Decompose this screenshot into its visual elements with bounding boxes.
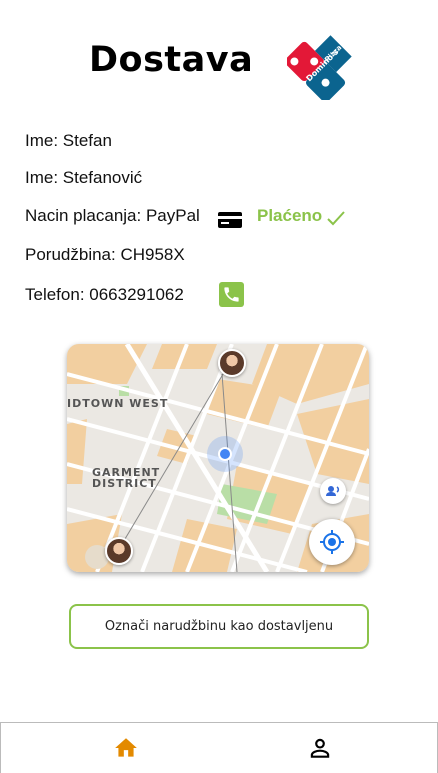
payment-status: Plaćeno xyxy=(257,206,323,225)
phone-icon xyxy=(224,287,239,302)
bottom-nav xyxy=(0,722,438,773)
home-icon[interactable] xyxy=(113,735,139,761)
people-icon xyxy=(326,486,340,496)
current-location-dot xyxy=(218,447,232,461)
call-button[interactable] xyxy=(219,282,244,307)
mark-delivered-button[interactable]: Označi narudžbinu kao dostavljenu xyxy=(69,604,369,649)
my-location-button[interactable] xyxy=(309,519,355,565)
check-icon xyxy=(327,211,345,226)
dominos-logo: Pizza Domino's xyxy=(287,35,352,100)
customer-last-name: Ime: Stefanović xyxy=(25,168,143,187)
payment-method: Nacin placanja: PayPal xyxy=(25,206,200,225)
crosshair-icon xyxy=(320,530,344,554)
customer-avatar[interactable] xyxy=(105,537,133,565)
order-id: Porudžbina: CH958X xyxy=(25,245,185,264)
people-button[interactable] xyxy=(320,478,346,504)
profile-icon[interactable] xyxy=(307,735,333,761)
customer-phone: Telefon: 0663291062 xyxy=(25,285,184,304)
map-label-midtown-west: IDTOWN WEST xyxy=(67,397,169,410)
customer-first-name: Ime: Stefan xyxy=(25,131,112,150)
delivery-map[interactable]: IDTOWN WEST GARMENT DISTRICT xyxy=(67,344,369,572)
courier-avatar[interactable] xyxy=(218,349,246,377)
map-label-district: DISTRICT xyxy=(92,477,157,490)
credit-card-icon xyxy=(218,212,242,228)
page-title: Dostava xyxy=(89,40,254,80)
